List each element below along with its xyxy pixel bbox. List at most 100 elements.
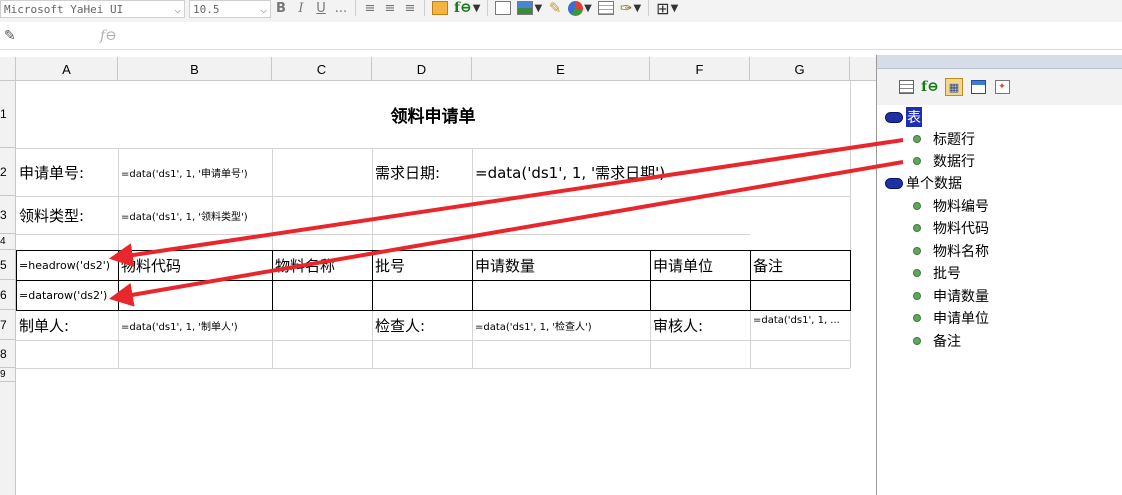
divider [424, 0, 425, 16]
col-header[interactable]: D [372, 57, 472, 81]
tree-node-field[interactable]: 物料编号 [913, 196, 989, 216]
tree-node-label: 标题行 [933, 132, 975, 148]
italic-button[interactable]: I [291, 0, 311, 18]
grid-icon[interactable]: ✦ [993, 78, 1011, 96]
cell-D5[interactable]: 批号 [372, 250, 472, 280]
cell-F7[interactable]: 审核人: [650, 310, 750, 340]
chevron-down-icon: ⌵ [260, 2, 267, 16]
formula-bar: ✎ f⊖ [0, 22, 1122, 50]
row-header[interactable]: 9 [0, 368, 16, 382]
chevron-down-icon: ▼ [670, 2, 679, 14]
column-headers: A B C D E F G [0, 57, 876, 81]
more-button[interactable]: ... [331, 0, 351, 18]
chevron-down-icon: ▼ [534, 2, 543, 14]
function-icon[interactable]: f⊖ [921, 78, 939, 96]
row-headers: 1 2 3 4 5 6 7 8 9 [0, 81, 16, 495]
tree-node-field[interactable]: 物料代码 [913, 218, 989, 238]
cell-B5[interactable]: 物料代码 [118, 250, 272, 280]
cell-D2[interactable]: 需求日期: [372, 148, 472, 196]
tree-node-table[interactable]: 表 [885, 107, 922, 127]
table-border [16, 280, 851, 281]
dataset-icon [885, 111, 903, 123]
cell-D7[interactable]: 检查人: [372, 310, 472, 340]
image-icon[interactable]: ▼ [514, 0, 545, 18]
font-size-select[interactable]: 10.5 ⌵ [189, 0, 271, 18]
corner-cell[interactable] [0, 57, 16, 81]
row-header[interactable]: 4 [0, 234, 16, 250]
underline-button[interactable]: U [311, 0, 331, 18]
tree-node-field[interactable]: 申请数量 [913, 286, 989, 306]
cell-B3[interactable]: =data('ds1', 1, '领料类型') [118, 196, 272, 234]
border-button[interactable]: ⊞ ▼ [653, 0, 681, 18]
cell-F5[interactable]: 申请单位 [650, 250, 750, 280]
tree-node-header-row[interactable]: 标题行 [913, 129, 975, 149]
tree-node-field[interactable]: 批号 [913, 263, 961, 283]
cell-E5[interactable]: 申请数量 [472, 250, 650, 280]
field-icon [913, 157, 921, 165]
row-header[interactable]: 2 [0, 148, 16, 196]
col-header[interactable]: F [650, 57, 750, 81]
cell-B2[interactable]: =data('ds1', 1, '申请单号') [118, 148, 272, 196]
tree-node-field[interactable]: 物料名称 [913, 241, 989, 261]
cell-A2[interactable]: 申请单号: [16, 148, 118, 196]
tree-node-label: 数据行 [933, 154, 975, 170]
row-header[interactable]: 7 [0, 310, 16, 340]
brush-icon[interactable]: ✑ ▼ [617, 0, 644, 18]
cell-E7[interactable]: =data('ds1', 1, '检查人') [472, 310, 650, 340]
row-header[interactable]: 3 [0, 196, 16, 234]
align-right-icon[interactable]: ≡ [400, 0, 420, 18]
edit-icon: ✎ [4, 27, 16, 44]
cell-A7[interactable]: 制单人: [16, 310, 118, 340]
tree-node-field[interactable]: 申请单位 [913, 308, 989, 328]
cell-A6[interactable]: =datarow('ds2') [16, 280, 118, 310]
row-header[interactable]: 5 [0, 250, 16, 280]
cell-E2[interactable]: =data('ds1', 1, '需求日期') [472, 148, 850, 196]
cell-C5[interactable]: 物料名称 [272, 250, 372, 280]
col-header[interactable]: B [118, 57, 272, 81]
cell-B7[interactable]: =data('ds1', 1, '制单人') [118, 310, 272, 340]
grid-line [272, 310, 273, 368]
bold-button[interactable]: B [271, 0, 291, 18]
cell-A5[interactable]: =headrow('ds2') [16, 250, 118, 280]
tree-node-label: 物料编号 [933, 199, 989, 215]
fx-icon: f⊖ [454, 0, 472, 16]
align-center-icon[interactable]: ≡ [380, 0, 400, 18]
chevron-down-icon: ▼ [633, 2, 642, 14]
tree-node-label: 批号 [933, 266, 961, 282]
sheet-title[interactable]: 领料申请单 [16, 81, 850, 148]
list-icon[interactable] [897, 78, 915, 96]
font-name-select[interactable]: Microsoft YaHei UI ⌵ [0, 0, 185, 18]
window-icon[interactable] [969, 78, 987, 96]
tree-node-label: 表 [906, 107, 922, 127]
col-header[interactable]: E [472, 57, 650, 81]
align-left-icon[interactable]: ≡ [360, 0, 380, 18]
formula-input[interactable] [136, 24, 1122, 47]
properties-icon[interactable]: ▦ [945, 78, 963, 96]
tree-node-single-data[interactable]: 单个数据 [885, 173, 962, 193]
row-header[interactable]: 1 [0, 81, 16, 148]
text-box-icon[interactable] [492, 0, 514, 18]
cell-A3[interactable]: 领料类型: [16, 196, 118, 234]
chart-icon[interactable]: ▼ [565, 0, 595, 18]
grid-line [16, 340, 850, 341]
field-icon [913, 314, 921, 322]
field-icon [913, 292, 921, 300]
chevron-down-icon: ▼ [472, 2, 481, 14]
col-header[interactable]: A [16, 57, 118, 81]
pen-icon[interactable]: ✎ [545, 0, 565, 18]
row-header[interactable]: 6 [0, 280, 16, 310]
font-name-value: Microsoft YaHei UI [4, 2, 124, 16]
col-header[interactable]: G [750, 57, 850, 81]
cell-G7[interactable]: =data('ds1', 1, ... [750, 310, 850, 340]
row-header[interactable]: 8 [0, 340, 16, 368]
tree-node-field[interactable]: 备注 [913, 331, 961, 351]
cell-G5[interactable]: 备注 [750, 250, 850, 280]
chevron-down-icon: ⌵ [174, 2, 181, 16]
cell-edit-area[interactable]: ✎ [0, 25, 100, 47]
function-button[interactable]: f⊖ ▼ [451, 0, 483, 18]
table-icon[interactable] [595, 0, 617, 18]
col-header[interactable]: C [272, 57, 372, 81]
cell-style-icon[interactable] [429, 0, 451, 18]
table-border [850, 250, 851, 310]
tree-node-data-row[interactable]: 数据行 [913, 151, 975, 171]
